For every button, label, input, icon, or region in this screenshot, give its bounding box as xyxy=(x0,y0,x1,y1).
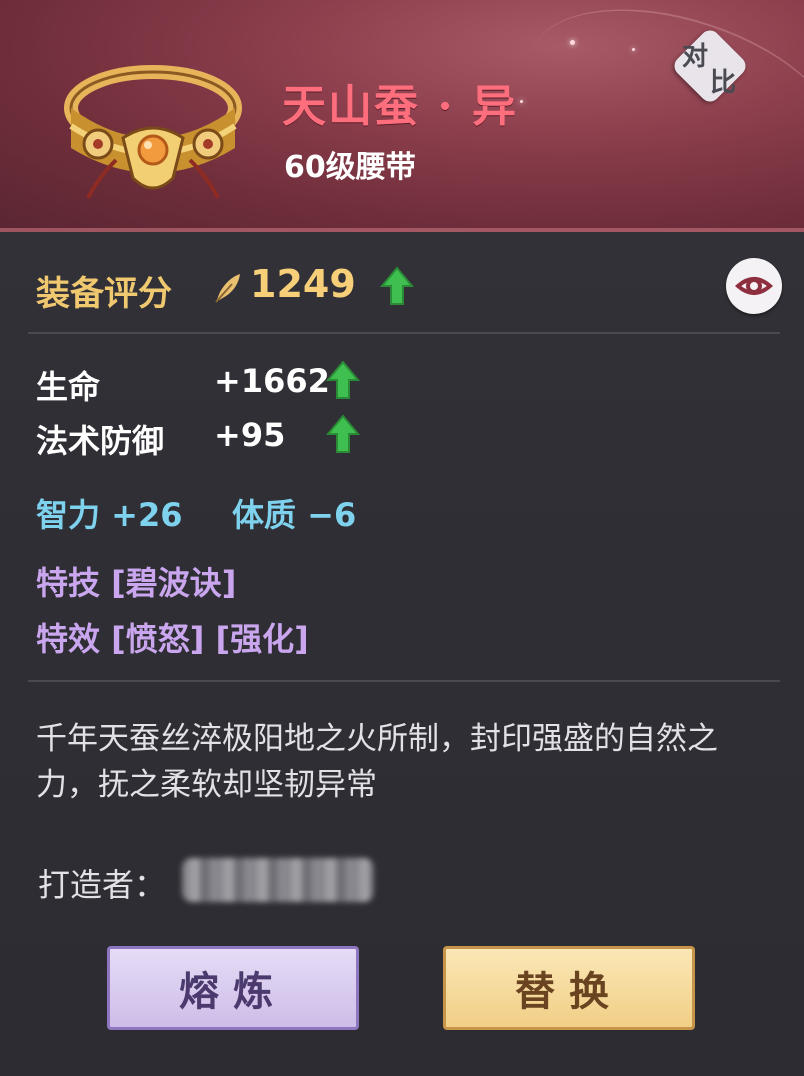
eye-button[interactable] xyxy=(726,258,782,314)
stat-value-magic-defense: +95 xyxy=(214,416,286,454)
eye-icon xyxy=(734,277,774,295)
maker-label: 打造者： xyxy=(38,866,167,904)
quill-icon xyxy=(210,270,246,306)
header-divider xyxy=(0,228,804,232)
replace-button[interactable]: 替换 xyxy=(443,946,695,1030)
divider xyxy=(28,332,780,334)
maker-name-redacted xyxy=(182,858,374,902)
arrow-up-icon xyxy=(325,414,361,454)
arrow-up-icon xyxy=(325,360,361,400)
compare-button[interactable]: 对 比 xyxy=(670,26,750,106)
score-label: 装备评分 xyxy=(36,274,172,314)
stat-value-hp: +1662 xyxy=(214,362,330,400)
compare-label: 比 xyxy=(710,68,737,98)
item-name: 天山蚕 · 异 xyxy=(282,81,518,132)
score-value: 1249 xyxy=(250,262,356,306)
item-description: 千年天蚕丝淬极阳地之火所制，封印强盛的自然之力，抚之柔软却坚韧异常 xyxy=(36,721,718,803)
sparkle-decoration xyxy=(520,100,523,103)
special-skill: 特技 [碧波诀] xyxy=(36,564,237,602)
belt-ring-icon xyxy=(58,48,248,213)
special-effect: 特效 [愤怒] [强化] xyxy=(36,620,309,658)
attribute-intelligence: 智力 +26 xyxy=(36,496,183,534)
item-type: 60级腰带 xyxy=(284,150,416,185)
divider xyxy=(28,680,780,682)
refine-button[interactable]: 熔炼 xyxy=(107,946,359,1030)
arrow-up-icon xyxy=(379,266,415,306)
sparkle-decoration xyxy=(570,40,575,45)
item-tooltip-panel: 天山蚕 · 异 60级腰带 对 比 装备评分 1249 生命 +1662 法术防… xyxy=(0,0,804,1076)
attribute-constitution: 体质 −6 xyxy=(232,496,357,534)
item-header: 天山蚕 · 异 60级腰带 对 比 xyxy=(0,0,804,232)
stat-label-hp: 生命 xyxy=(36,368,101,406)
sparkle-decoration xyxy=(632,48,635,51)
compare-label: 对 xyxy=(682,42,709,72)
stat-label-magic-defense: 法术防御 xyxy=(36,422,165,460)
